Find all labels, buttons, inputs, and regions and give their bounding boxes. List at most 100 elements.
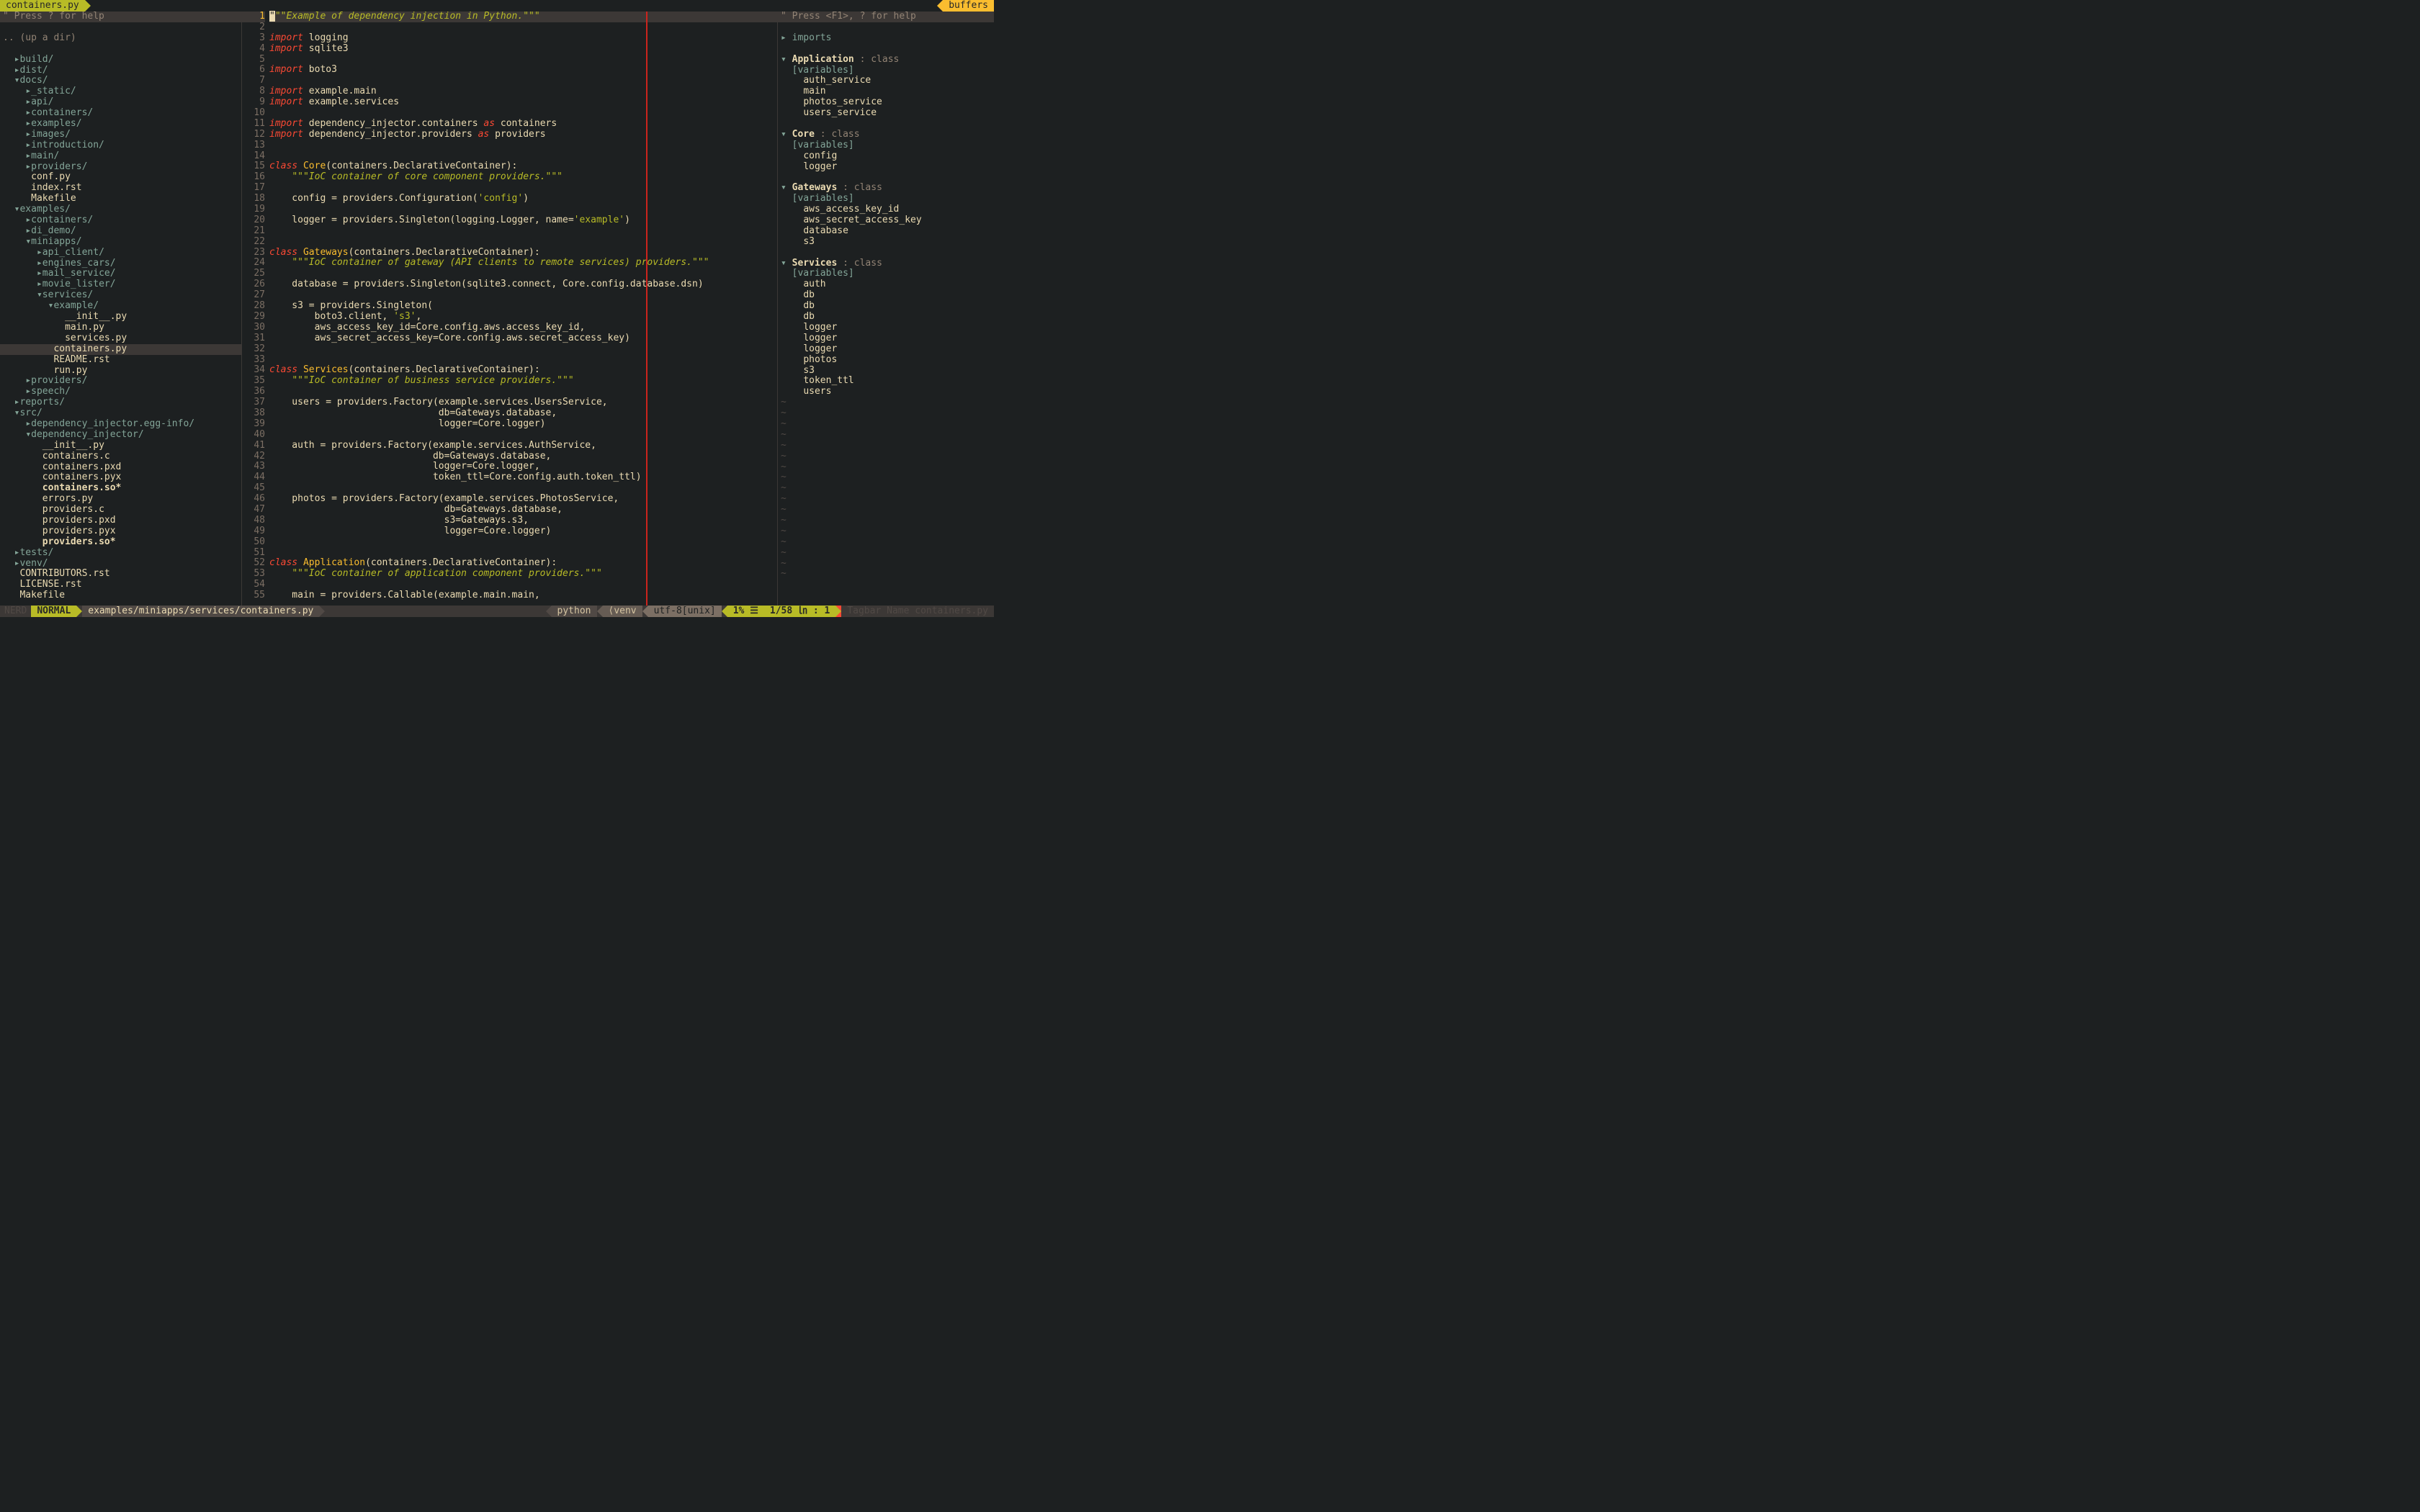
tagbar-item[interactable]: logger — [778, 162, 994, 173]
tagbar-item[interactable]: database — [778, 226, 994, 237]
tagbar-item[interactable]: logger — [778, 344, 994, 355]
tree-item[interactable]: ▾ examples/ — [0, 204, 241, 215]
code-area[interactable]: """Example of dependency injection in Py… — [269, 12, 777, 606]
tagbar-vars[interactable]: [variables] — [778, 194, 994, 204]
tagbar-class[interactable]: ▾ Gateways : class — [778, 183, 994, 194]
tab-bar[interactable]: containers.py buffers — [0, 0, 994, 12]
tagbar-item[interactable]: token_ttl — [778, 376, 994, 387]
code-line[interactable]: """IoC container of application componen… — [269, 569, 777, 580]
tree-item[interactable]: ▸ venv/ — [0, 559, 241, 570]
tree-root[interactable] — [0, 44, 241, 55]
tree-item[interactable]: ▸ main/ — [0, 151, 241, 162]
tree-item[interactable]: ▸ build/ — [0, 55, 241, 66]
code-line[interactable]: logger=Core.logger) — [269, 526, 777, 537]
tree-item[interactable]: main.py — [0, 323, 241, 333]
tree-updir[interactable]: .. (up a dir) — [0, 33, 241, 44]
code-line[interactable] — [269, 355, 777, 366]
nerdtree-pane[interactable]: " Press ? for help .. (up a dir) ▸ build… — [0, 12, 241, 606]
tree-item[interactable]: ▸ dependency_injector.egg-info/ — [0, 419, 241, 430]
code-line[interactable] — [269, 76, 777, 86]
code-line[interactable] — [269, 237, 777, 248]
code-line[interactable]: class Gateways(containers.DeclarativeCon… — [269, 248, 777, 258]
code-line[interactable]: import boto3 — [269, 65, 777, 76]
tree-item[interactable]: containers.py — [0, 344, 241, 355]
tree-item[interactable]: ▸ movie_lister/ — [0, 279, 241, 290]
code-line[interactable] — [269, 55, 777, 66]
tagbar-item[interactable]: auth_service — [778, 76, 994, 86]
tree-item[interactable]: __init__.py — [0, 441, 241, 451]
code-line[interactable] — [269, 22, 777, 33]
tagbar-class[interactable]: ▾ Application : class — [778, 55, 994, 66]
tagbar-item[interactable]: config — [778, 151, 994, 162]
code-line[interactable]: class Core(containers.DeclarativeContain… — [269, 161, 777, 172]
tagbar-item[interactable]: db — [778, 301, 994, 312]
code-line[interactable]: db=Gateways.database, — [269, 408, 777, 419]
tagbar-item[interactable]: s3 — [778, 237, 994, 248]
tagbar-item[interactable]: db — [778, 312, 994, 323]
code-line[interactable]: photos = providers.Factory(example.servi… — [269, 494, 777, 505]
tagbar-vars[interactable]: [variables] — [778, 269, 994, 279]
tree-item[interactable]: providers.pxd — [0, 516, 241, 526]
code-line[interactable]: main = providers.Callable(example.main.m… — [269, 590, 777, 601]
tree-item[interactable]: containers.pyx — [0, 472, 241, 483]
tagbar-item[interactable]: logger — [778, 323, 994, 333]
tree-item[interactable]: ▾ src/ — [0, 408, 241, 419]
tree-item[interactable]: CONTRIBUTORS.rst — [0, 569, 241, 580]
code-line[interactable] — [269, 580, 777, 590]
tagbar-class[interactable]: ▾ Core : class — [778, 130, 994, 140]
tree-item[interactable]: ▸ containers/ — [0, 108, 241, 119]
tree-item[interactable]: ▸ providers/ — [0, 376, 241, 387]
tagbar-class[interactable]: ▾ Services : class — [778, 258, 994, 269]
code-line[interactable] — [269, 183, 777, 194]
tree-item[interactable]: ▾ dependency_injector/ — [0, 430, 241, 441]
code-line[interactable]: import dependency_injector.containers as… — [269, 119, 777, 130]
tagbar-item[interactable]: users_service — [778, 108, 994, 119]
code-line[interactable]: import logging — [269, 33, 777, 44]
tree-item[interactable]: services.py — [0, 333, 241, 344]
tree-item[interactable]: containers.pxd — [0, 462, 241, 473]
tagbar-item[interactable]: photos_service — [778, 97, 994, 108]
tree-item[interactable]: ▸ introduction/ — [0, 140, 241, 151]
tree-item[interactable]: containers.so* — [0, 483, 241, 494]
tree-item[interactable]: Makefile — [0, 590, 241, 601]
tree-item[interactable]: ▸ reports/ — [0, 397, 241, 408]
code-line[interactable] — [269, 204, 777, 215]
tab-buffers[interactable]: buffers — [943, 0, 994, 12]
code-line[interactable]: config = providers.Configuration('config… — [269, 194, 777, 204]
code-line[interactable]: db=Gateways.database, — [269, 505, 777, 516]
tree-item[interactable]: conf.py — [0, 172, 241, 183]
code-line[interactable] — [269, 140, 777, 151]
tagbar-vars[interactable]: [variables] — [778, 66, 994, 76]
code-line[interactable]: logger=Core.logger) — [269, 419, 777, 430]
tagbar-item[interactable]: aws_secret_access_key — [778, 215, 994, 226]
tree-item[interactable]: index.rst — [0, 183, 241, 194]
code-line[interactable]: s3=Gateways.s3, — [269, 516, 777, 526]
code-line[interactable]: """Example of dependency injection in Py… — [269, 12, 777, 22]
code-line[interactable] — [269, 290, 777, 301]
tagbar-pane[interactable]: " Press <F1>, ? for help ▸ imports▾ Appl… — [778, 12, 994, 606]
tree-item[interactable]: ▸ examples/ — [0, 119, 241, 130]
tree-item[interactable]: ▸ di_demo/ — [0, 226, 241, 237]
tree-item[interactable]: Makefile — [0, 194, 241, 204]
tree-item[interactable]: ▸ tests/ — [0, 548, 241, 559]
tree-item[interactable]: LICENSE.rst — [0, 580, 241, 590]
code-line[interactable] — [269, 151, 777, 162]
tree-item[interactable]: ▸ providers/ — [0, 162, 241, 173]
code-line[interactable]: s3 = providers.Singleton( — [269, 301, 777, 312]
tree-item[interactable]: providers.c — [0, 505, 241, 516]
tree-item[interactable]: ▸ mail_service/ — [0, 269, 241, 279]
code-line[interactable]: db=Gateways.database, — [269, 451, 777, 462]
code-line[interactable]: import example.main — [269, 86, 777, 97]
code-line[interactable]: class Services(containers.DeclarativeCon… — [269, 365, 777, 376]
code-line[interactable]: import sqlite3 — [269, 44, 777, 55]
tree-item[interactable]: __init__.py — [0, 312, 241, 323]
code-line[interactable] — [269, 344, 777, 355]
tree-item[interactable]: ▸ api_client/ — [0, 248, 241, 258]
tagbar-vars[interactable]: [variables] — [778, 140, 994, 151]
code-line[interactable]: import example.services — [269, 97, 777, 108]
tree-item[interactable]: ▸ _static/ — [0, 86, 241, 97]
code-line[interactable]: auth = providers.Factory(example.service… — [269, 441, 777, 451]
tree-item[interactable]: containers.c — [0, 451, 241, 462]
tagbar-item[interactable]: auth — [778, 279, 994, 290]
tree-item[interactable]: README.rst — [0, 355, 241, 366]
